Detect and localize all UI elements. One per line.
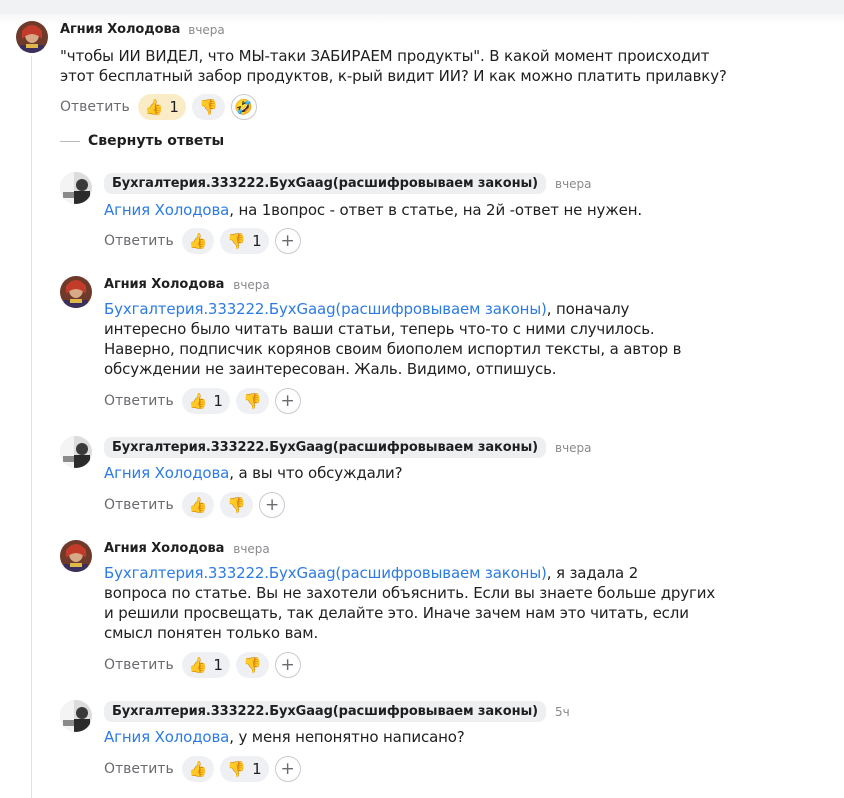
thumbs-down-icon: 👎 — [227, 495, 247, 514]
reply-button[interactable]: Ответить — [104, 761, 174, 777]
dislike-button[interactable]: 👎 — [235, 652, 269, 678]
thumbs-up-icon: 👍 — [188, 759, 208, 778]
plus-icon: + — [280, 759, 295, 779]
add-reaction-button[interactable]: + — [274, 756, 301, 782]
avatar[interactable] — [60, 436, 92, 468]
comment-line: обсуждении не заинтересован. Жаль. Видим… — [104, 360, 557, 378]
mention-link[interactable]: Бухгалтерия.333222.БухGaag(расшифровывае… — [104, 564, 547, 582]
thumbs-down-icon: 👎 — [198, 97, 218, 116]
comment-time: 5ч — [555, 704, 570, 719]
comment-text: "чтобы ИИ ВИДЕЛ, что МЫ-таки ЗАБИРАЕМ пр… — [60, 46, 727, 86]
laugh-emoji-icon: 🤣 — [234, 97, 253, 116]
add-reaction-button[interactable]: + — [259, 492, 286, 518]
like-button[interactable]: 👍 1 — [181, 388, 230, 414]
author-name[interactable]: Бухгалтерия.333222.БухGaag(расшифровывае… — [104, 701, 546, 722]
mention-link[interactable]: Агния Холодова — [104, 728, 229, 746]
comment-line: вопроса по статье. Вы не захотели объясн… — [104, 584, 716, 602]
comment-text: Агния Холодова, у меня непонятно написан… — [104, 727, 465, 747]
comment-line: и решили просвещать, так делайте это. Ин… — [104, 604, 689, 622]
comment-line: "чтобы ИИ ВИДЕЛ, что МЫ-таки ЗАБИРАЕМ пр… — [60, 47, 710, 65]
thumbs-down-icon: 👎 — [242, 655, 262, 674]
mention-link[interactable]: Бухгалтерия.333222.БухGaag(расшифровывае… — [104, 300, 547, 318]
comment-line: , на 1вопрос - ответ в статье, на 2й -от… — [229, 201, 642, 219]
like-count: 1 — [169, 98, 179, 116]
like-button[interactable]: 👍 1 — [137, 94, 186, 120]
like-count: 1 — [213, 656, 223, 674]
reply-button[interactable]: Ответить — [104, 657, 174, 673]
comment-text: Бухгалтерия.333222.БухGaag(расшифровывае… — [104, 299, 681, 379]
plus-icon: + — [264, 495, 280, 515]
thumbs-down-icon: 👎 — [242, 391, 262, 410]
dislike-button[interactable]: 👎 — [191, 94, 225, 120]
like-count: 1 — [213, 392, 223, 410]
comment-line: , поначалу — [546, 300, 630, 318]
thread-line — [31, 56, 32, 798]
comment-time: вчера — [555, 440, 592, 455]
dislike-button[interactable]: 👎 — [220, 492, 254, 518]
comment-line: этот бесплатный забор продуктов, к-рый в… — [60, 67, 727, 85]
plus-icon: + — [280, 231, 295, 251]
comment-line: интересно было читать ваши статьи, тепер… — [104, 320, 655, 338]
thumbs-up-icon: 👍 — [188, 231, 208, 250]
comment-line: Наверно, подписчик корянов своим биополе… — [104, 340, 682, 358]
author-name[interactable]: Агния Холодова — [104, 541, 224, 556]
comment-time: вчера — [555, 176, 592, 191]
author-name[interactable]: Бухгалтерия.333222.БухGaag(расшифровывае… — [104, 173, 546, 194]
comment-text: Агния Холодова, а вы что обсуждали? — [104, 463, 403, 483]
plus-icon: + — [280, 655, 295, 675]
like-button[interactable]: 👍 — [181, 228, 215, 254]
avatar[interactable] — [60, 540, 92, 572]
like-button[interactable]: 👍 — [181, 756, 215, 782]
comment-text: Агния Холодова, на 1вопрос - ответ в ста… — [104, 200, 642, 220]
reply-button[interactable]: Ответить — [60, 99, 130, 115]
comment-time: вчера — [233, 541, 270, 556]
dislike-button[interactable]: 👎 1 — [220, 756, 269, 782]
reply-button[interactable]: Ответить — [104, 393, 174, 409]
collapse-dash — [60, 140, 80, 142]
dislike-button[interactable]: 👎 — [235, 388, 269, 414]
add-reaction-button[interactable]: + — [274, 652, 301, 678]
mention-link[interactable]: Агния Холодова — [104, 464, 229, 482]
mention-link[interactable]: Агния Холодова — [104, 201, 229, 219]
dislike-count: 1 — [252, 760, 262, 778]
avatar[interactable] — [60, 700, 92, 732]
comment-line: , у меня непонятно написано? — [229, 728, 465, 746]
like-button[interactable]: 👍 1 — [181, 652, 230, 678]
author-name[interactable]: Агния Холодова — [104, 277, 224, 292]
comment-line: , а вы что обсуждали? — [229, 464, 403, 482]
add-reaction-button[interactable]: + — [274, 388, 301, 414]
top-bar — [0, 0, 844, 14]
reply-button[interactable]: Ответить — [104, 233, 174, 249]
laugh-reaction-button[interactable]: 🤣 — [230, 94, 257, 120]
comment-line: смысл понятен только вам. — [104, 624, 319, 642]
comment-text: Бухгалтерия.333222.БухGaag(расшифровывае… — [104, 563, 715, 643]
avatar[interactable] — [60, 276, 92, 308]
comment-time: вчера — [188, 22, 225, 37]
collapse-replies-button[interactable]: Свернуть ответы — [60, 133, 224, 149]
thumbs-up-icon: 👍 — [188, 495, 208, 514]
like-button[interactable]: 👍 — [181, 492, 215, 518]
thumbs-down-icon: 👎 — [227, 231, 247, 250]
thumbs-up-icon: 👍 — [144, 97, 164, 116]
author-name[interactable]: Агния Холодова — [60, 22, 180, 37]
thumbs-down-icon: 👎 — [227, 759, 247, 778]
dislike-button[interactable]: 👎 1 — [220, 228, 269, 254]
add-reaction-button[interactable]: + — [274, 228, 301, 254]
reply-button[interactable]: Ответить — [104, 497, 174, 513]
dislike-count: 1 — [252, 232, 262, 250]
thumbs-up-icon: 👍 — [188, 655, 208, 674]
collapse-replies-label: Свернуть ответы — [88, 133, 225, 149]
avatar[interactable] — [16, 21, 48, 53]
comment-line: , я задала 2 — [546, 564, 639, 582]
comment-time: вчера — [233, 277, 270, 292]
author-name[interactable]: Бухгалтерия.333222.БухGaag(расшифровывае… — [104, 437, 546, 458]
thumbs-up-icon: 👍 — [188, 391, 208, 410]
avatar[interactable] — [60, 172, 92, 204]
plus-icon: + — [280, 391, 295, 411]
